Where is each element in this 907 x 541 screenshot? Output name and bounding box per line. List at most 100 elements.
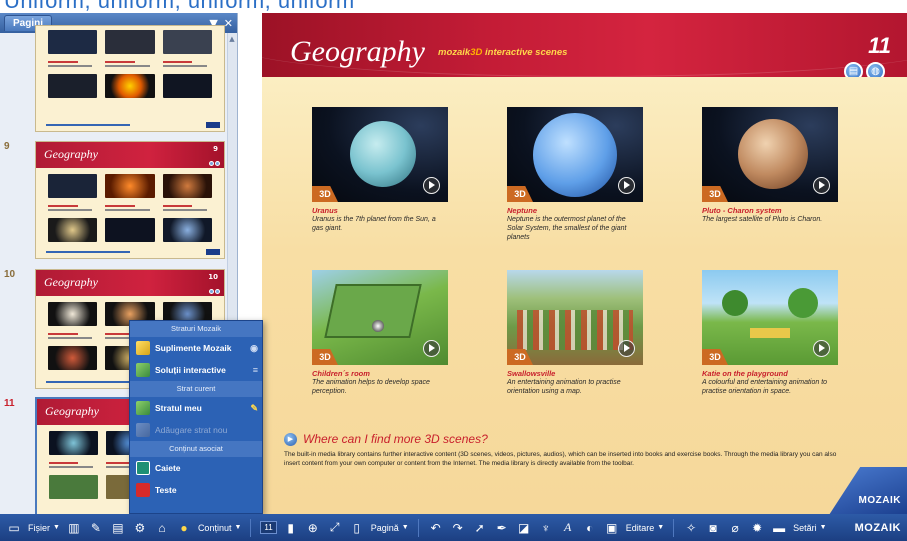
menu-item-solutii[interactable]: Soluții interactive ≡ — [130, 359, 262, 381]
page-header: Geography mozaik3D interactive scenes 11… — [262, 13, 907, 81]
play-icon[interactable] — [618, 177, 635, 194]
page-thumbnail[interactable]: Geography 9 — [35, 141, 225, 259]
scene-image: 3D — [312, 270, 448, 365]
notebook-icon[interactable]: ▤ — [110, 520, 126, 536]
keyboard-icon[interactable]: ▬ — [771, 520, 787, 536]
badge-3d: 3D — [312, 349, 338, 365]
notebook-icon — [136, 461, 150, 475]
play-icon[interactable] — [813, 177, 830, 194]
bookmark-icon[interactable]: ▮ — [283, 520, 299, 536]
window-icon[interactable]: ▭ — [6, 520, 22, 536]
scene-description: A colourful and entertaining animation t… — [702, 379, 828, 395]
thumb-image — [48, 74, 98, 98]
thumb-image — [48, 302, 98, 326]
page-content: 3D Uranus Uranus is the 7th planet from … — [262, 77, 907, 515]
scene-card-childrens-room[interactable]: 3D Children´s room The animation helps t… — [312, 270, 448, 396]
eye-icon[interactable]: ◉ — [250, 343, 258, 354]
thumb-image — [48, 346, 98, 370]
thumb-image — [105, 30, 155, 54]
play-icon[interactable] — [618, 340, 635, 357]
thumb-image — [162, 30, 212, 54]
scene-card-swallowsville[interactable]: 3D Swallowsville An entertaining animati… — [507, 270, 643, 396]
scene-description: The largest satellite of Pluto is Charon… — [702, 216, 823, 223]
app-window: Uniform, uniform, uniform, uniform Pagin… — [0, 0, 907, 541]
book-page: Geography mozaik3D interactive scenes 11… — [262, 13, 907, 515]
single-page-icon[interactable]: ▯ — [349, 520, 365, 536]
eraser-icon[interactable]: ◪ — [516, 520, 532, 536]
trash-icon[interactable]: ▣ — [604, 520, 620, 536]
scene-card-katie-playground[interactable]: 3D Katie on the playground A colourful a… — [702, 270, 838, 396]
book-icon[interactable]: ▥ — [66, 520, 82, 536]
menu-section-associated: Conținut asociat — [130, 441, 262, 457]
pointer-icon[interactable]: ➚ — [472, 520, 488, 536]
close-icon[interactable]: ✕ — [224, 17, 233, 30]
thumb-image — [48, 174, 98, 198]
zoom-icon[interactable]: ⊕ — [305, 520, 321, 536]
mozaik-logo: MOZAIK — [854, 521, 901, 534]
menu-item-teste[interactable]: Teste — [130, 479, 262, 501]
redo-icon[interactable]: ↷ — [450, 520, 466, 536]
settings-menu-button[interactable]: Setări ▼ — [793, 523, 826, 533]
page-number-label: 9 — [4, 141, 10, 152]
camera-icon[interactable]: ◙ — [705, 520, 721, 536]
page-thumbnail[interactable] — [35, 25, 225, 132]
settings-icon[interactable]: ✹ — [749, 520, 765, 536]
scene-image: 3D — [702, 270, 838, 365]
lightbulb-icon[interactable]: ● — [176, 520, 192, 536]
scene-title: Uranus — [312, 206, 338, 215]
more-scenes-section: ▶ Where can I find more 3D scenes? The b… — [284, 432, 884, 468]
edit-menu-button[interactable]: Editare ▼ — [626, 523, 664, 533]
more-scenes-title: Where can I find more 3D scenes? — [303, 432, 488, 446]
fit-page-icon[interactable]: ⤢ — [327, 520, 343, 536]
thumb-image — [105, 218, 155, 242]
pencil-icon[interactable]: ✎ — [250, 403, 258, 414]
tools-icon[interactable]: ⚙ — [132, 520, 148, 536]
shapes-icon[interactable]: ◐ — [582, 520, 598, 536]
play-icon[interactable] — [423, 177, 440, 194]
scene-card-neptune[interactable]: 3D Neptune Neptune is the outermost plan… — [507, 107, 643, 242]
scene-image: 3D — [312, 107, 448, 202]
badge-3d: 3D — [312, 186, 338, 202]
scene-image: 3D — [507, 107, 643, 202]
undo-icon[interactable]: ↶ — [428, 520, 444, 536]
play-icon[interactable] — [423, 340, 440, 357]
pen-icon[interactable]: ✒ — [494, 520, 510, 536]
file-menu-button[interactable]: Fișier ▼ — [28, 523, 60, 533]
page-menu-button[interactable]: Pagină ▼ — [371, 523, 409, 533]
menu-item-add-layer[interactable]: Adăugare strat nou — [130, 419, 262, 441]
add-layer-icon — [136, 423, 150, 437]
menu-item-caiete[interactable]: Caiete — [130, 457, 262, 479]
scene-card-pluto-charon[interactable]: 3D Pluto - Charon system The largest sat… — [702, 107, 838, 224]
compass-icon[interactable]: ⌂ — [154, 520, 170, 536]
lines-icon[interactable]: ≡ — [253, 365, 258, 375]
page-subtitle: mozaik3D interactive scenes — [438, 47, 568, 58]
brush-icon[interactable]: ♆ — [538, 520, 554, 536]
scene-description: An entertaining animation to practise or… — [507, 379, 621, 395]
thumb-image — [162, 218, 212, 242]
thumb-image — [162, 174, 212, 198]
thumb-image — [48, 218, 98, 242]
play-icon[interactable] — [813, 340, 830, 357]
page-number-field[interactable]: 11 — [260, 521, 277, 534]
thumb-image — [105, 74, 155, 98]
page-number-label: 11 — [4, 398, 15, 409]
text-tool-icon[interactable]: A — [560, 520, 576, 536]
bottom-toolbar: ▭ Fișier ▼ ▥ ✎ ▤ ⚙ ⌂ ● Conținut ▼ 11 ▮ ⊕ ⤢… — [0, 514, 907, 541]
mozaik-corner-logo: MOZAIK — [829, 467, 907, 515]
menu-item-stratul-meu[interactable]: Stratul meu ✎ — [130, 397, 262, 419]
scroll-up-icon[interactable]: ▲ — [228, 35, 236, 43]
check-layers-icon — [136, 363, 150, 377]
scene-description: Neptune is the outermost planet of the S… — [507, 216, 627, 241]
layers-icon — [136, 341, 150, 355]
badge-3d: 3D — [702, 349, 728, 365]
scene-title: Children´s room — [312, 369, 370, 378]
attach-icon[interactable]: ⌀ — [727, 520, 743, 536]
share-icon[interactable]: ✧ — [683, 520, 699, 536]
layers-menu: Straturi Mozaik Suplimente Mozaik ◉ Solu… — [129, 320, 263, 514]
scene-card-uranus[interactable]: 3D Uranus Uranus is the 7th planet from … — [312, 107, 448, 233]
badge-3d: 3D — [507, 349, 533, 365]
menu-item-suplimente[interactable]: Suplimente Mozaik ◉ — [130, 337, 262, 359]
more-scenes-text: The built-in media library contains furt… — [284, 451, 837, 467]
search-books-icon[interactable]: ✎ — [88, 520, 104, 536]
content-menu-button[interactable]: Conținut ▼ — [198, 523, 241, 533]
